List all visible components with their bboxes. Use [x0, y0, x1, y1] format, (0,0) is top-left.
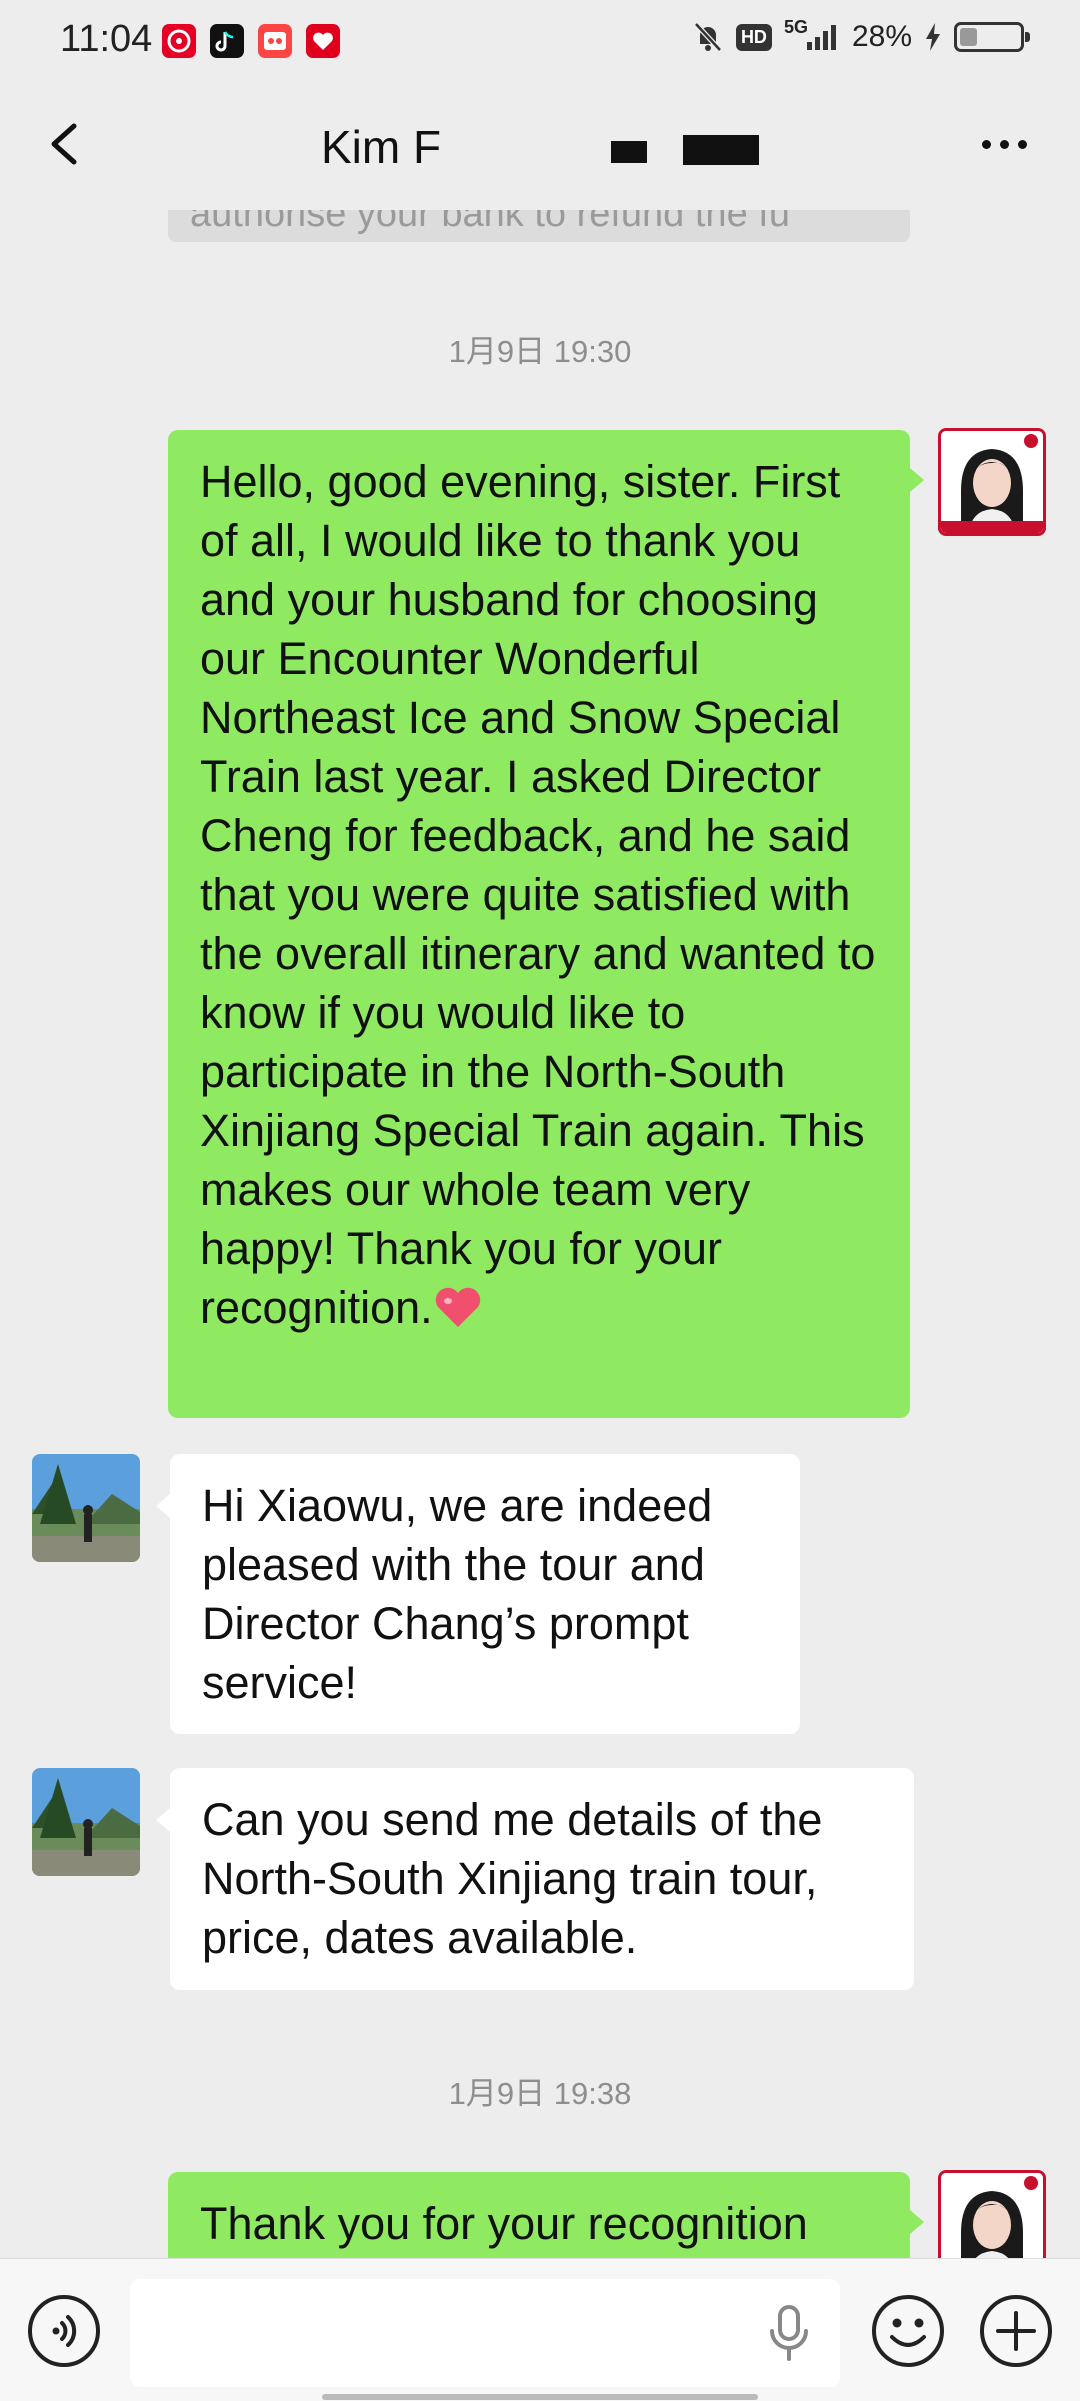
incoming-message-bubble[interactable]: Hi Xiaowu, we are indeed pleased with th… — [170, 1454, 800, 1734]
redaction-block — [647, 141, 683, 163]
chat-title-text: Kim F — [321, 121, 442, 173]
more-icon-dot — [1017, 139, 1027, 149]
avatar-landscape — [32, 1454, 140, 1562]
more-button[interactable] — [964, 114, 1044, 174]
battery-icon — [954, 22, 1030, 52]
previous-message-text: authorise your bank to refund the fu — [190, 210, 790, 235]
self-avatar[interactable] — [938, 2170, 1046, 2258]
message-text: Hi Xiaowu, we are indeed pleased with th… — [202, 1480, 713, 1708]
more-icon-dot — [999, 139, 1009, 149]
previous-message-bubble[interactable]: authorise your bank to refund the fu — [168, 210, 910, 242]
voice-button[interactable] — [28, 2295, 100, 2367]
avatar-landscape — [32, 1768, 140, 1876]
redaction-block — [491, 137, 611, 163]
heart-icon — [435, 1287, 480, 1327]
battery-fill — [960, 28, 977, 46]
app-icon — [258, 24, 292, 58]
message-text: Hello, good evening, sister. First of al… — [200, 456, 876, 1333]
redaction-block — [611, 141, 647, 163]
message-input[interactable] — [130, 2279, 840, 2387]
home-indicator — [322, 2394, 758, 2400]
signal-icon — [806, 25, 836, 50]
bubble-tail — [910, 468, 924, 492]
status-time: 11:04 — [60, 18, 153, 60]
chat-header: Kim F — [0, 84, 1080, 210]
battery-percent: 28% — [851, 20, 912, 53]
plus-icon[interactable] — [978, 2293, 1054, 2369]
battery-tip — [1025, 32, 1030, 42]
message-text: Thank you for your recognition — [200, 2198, 808, 2249]
message-text: Can you send me details of the North-Sou… — [202, 1794, 823, 1963]
chat-area[interactable]: authorise your bank to refund the fu 1月9… — [0, 210, 1080, 2258]
app-icon-red — [306, 24, 340, 58]
bubble-tail — [910, 2210, 924, 2234]
hd-badge: HD — [735, 23, 772, 51]
avatar-portrait — [941, 2173, 1043, 2258]
voice-icon — [52, 2315, 77, 2347]
self-avatar[interactable] — [938, 428, 1046, 536]
redaction-block — [683, 135, 759, 165]
more-icon-dot — [981, 139, 991, 149]
avatar-portrait — [941, 431, 1043, 533]
bubble-tail — [156, 1494, 170, 1518]
bubble-tail — [156, 1808, 170, 1832]
chat-title: Kim F — [0, 120, 1080, 174]
emoji-icon[interactable] — [870, 2293, 946, 2369]
network-label: 5G — [783, 16, 808, 37]
incoming-message-bubble[interactable]: Can you send me details of the North-Sou… — [170, 1768, 914, 1990]
status-bar: 11:04 HD 5G 28% — [0, 0, 1080, 84]
outgoing-message-bubble[interactable]: Hello, good evening, sister. First of al… — [168, 430, 910, 1418]
outgoing-message-bubble[interactable]: Thank you for your recognition — [168, 2172, 910, 2258]
tiktok-icon — [210, 24, 244, 58]
input-bar — [0, 2258, 1080, 2401]
contact-avatar[interactable] — [32, 1454, 140, 1562]
timestamp: 1月9日 19:38 — [448, 2076, 632, 2111]
status-indicators: HD 5G 28% — [692, 16, 1030, 54]
netease-music-icon — [162, 24, 196, 58]
charging-icon — [926, 23, 940, 51]
mute-icon — [694, 22, 722, 52]
mic-icon[interactable] — [766, 2305, 812, 2361]
contact-avatar[interactable] — [32, 1768, 140, 1876]
status-app-icons — [162, 24, 340, 58]
timestamp: 1月9日 19:30 — [448, 334, 632, 369]
